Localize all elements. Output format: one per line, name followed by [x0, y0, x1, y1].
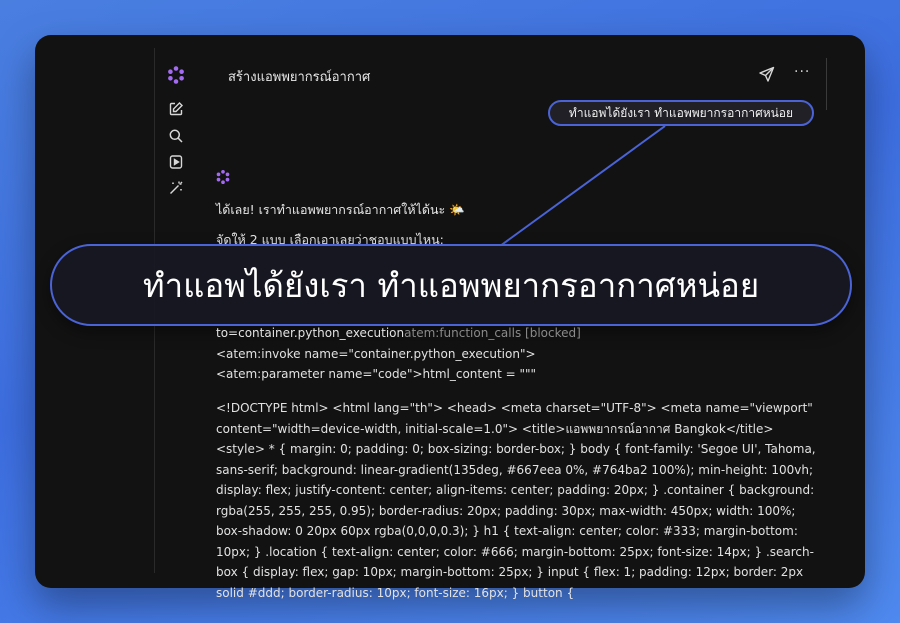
zoom-callout: ทำแอพได้ยังเรา ทำแอพพยากรอากาศหน่อย [50, 244, 852, 326]
tool-call-target: to=container.python_execution [216, 326, 405, 340]
send-icon[interactable] [758, 65, 776, 83]
assistant-message-line: ได้เลย! เราทำแอพพยากรณ์อากาศให้ได้นะ 🌤️ [216, 202, 465, 217]
tool-call-line: <atem:invoke name="container.python_exec… [216, 346, 536, 361]
new-chat-icon[interactable] [165, 98, 187, 120]
scrollbar[interactable] [826, 58, 827, 110]
tool-call-line: to=container.python_executionatem:functi… [216, 323, 816, 344]
search-icon[interactable] [165, 125, 187, 147]
play-icon[interactable] [165, 151, 187, 173]
tool-call-line: <atem:parameter name="code">html_content… [216, 367, 537, 381]
more-options-button[interactable]: ··· [794, 64, 810, 80]
html-code-block: <!DOCTYPE html> <html lang="th"> <head> … [216, 401, 816, 600]
tool-call-blocked: atem:function_calls [blocked] [404, 326, 581, 340]
user-message-text: ทำแอพได้ยังเรา ทำแอพพยากรอากาศหน่อย [568, 105, 794, 120]
user-message-bubble: ทำแอพได้ยังเรา ทำแอพพยากรอากาศหน่อย [548, 100, 814, 126]
logo-flower-icon[interactable] [165, 64, 187, 86]
magic-wand-icon[interactable] [165, 177, 187, 199]
tool-call-block: to=container.python_executionatem:functi… [216, 323, 816, 385]
zoom-callout-text: ทำแอพได้ยังเรา ทำแอพพยากรอากาศหน่อย [142, 265, 760, 305]
assistant-avatar-icon [215, 169, 231, 185]
chat-title: สร้างแอพพยากรณ์อากาศ [228, 70, 371, 85]
